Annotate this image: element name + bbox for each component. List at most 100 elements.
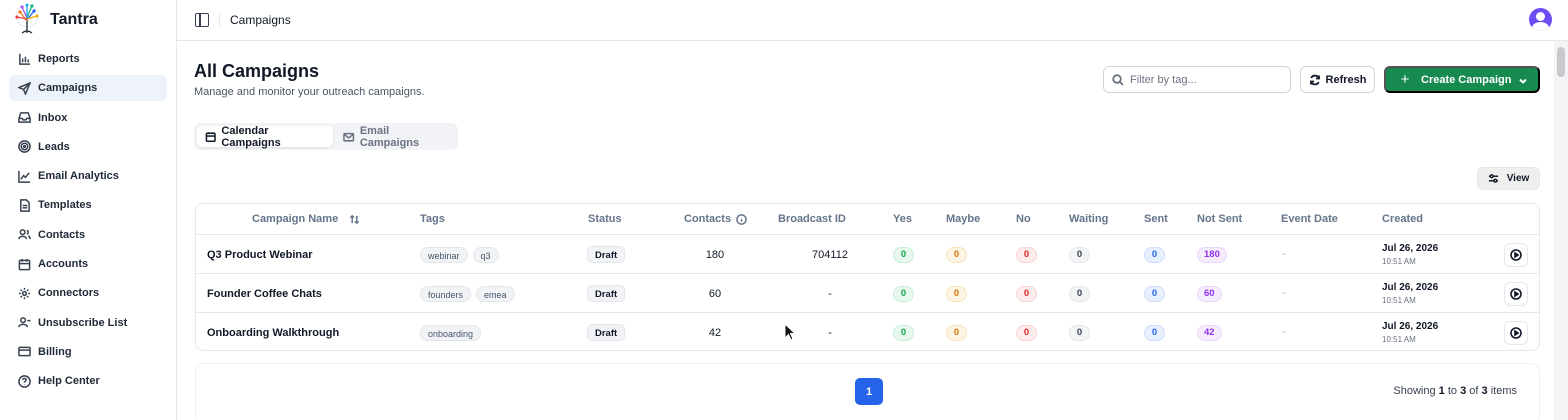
sidebar-item-label: Help Center — [38, 375, 100, 388]
yes-count-badge: 0 — [893, 285, 914, 302]
yes-cell: 0 — [893, 313, 914, 350]
sidebar-toggle-icon[interactable] — [195, 13, 209, 27]
calendar-icon — [18, 258, 31, 271]
line-chart-icon — [18, 170, 31, 183]
column-header-created: Created — [1382, 213, 1423, 225]
summary-prefix: Showing — [1393, 385, 1436, 397]
info-icon[interactable] — [736, 213, 747, 225]
scrollbar[interactable] — [1554, 41, 1568, 420]
sent-cell: 0 — [1144, 313, 1165, 350]
sent-count-badge: 0 — [1144, 246, 1165, 263]
waiting-cell: 0 — [1069, 313, 1090, 350]
not-sent-count-badge: 180 — [1197, 246, 1227, 263]
avatar[interactable] — [1529, 8, 1552, 31]
no-count-badge: 0 — [1016, 246, 1037, 263]
sidebar-item-label: Campaigns — [38, 82, 98, 95]
sidebar-item-label: Connectors — [38, 287, 100, 300]
sidebar-item-label: Billing — [38, 345, 72, 358]
sidebar-item-email-analytics[interactable]: Email Analytics — [9, 163, 167, 189]
sent-cell: 0 — [1144, 274, 1165, 313]
divider — [219, 13, 220, 27]
sidebar-item-accounts[interactable]: Accounts — [9, 251, 167, 277]
sidebar-item-inbox[interactable]: Inbox — [9, 105, 167, 131]
send-icon — [18, 81, 31, 95]
summary-total: 3 — [1481, 385, 1488, 397]
column-header-no: No — [1016, 213, 1031, 225]
broadcast-id: - — [828, 287, 832, 300]
refresh-button[interactable]: Refresh — [1300, 66, 1375, 93]
tab-email-campaigns[interactable]: Email Campaigns — [335, 125, 455, 149]
brand[interactable]: Tantra — [0, 0, 176, 40]
help-circle-icon — [18, 374, 31, 388]
yes-cell: 0 — [893, 274, 914, 313]
sidebar-item-connectors[interactable]: Connectors — [9, 280, 167, 306]
maybe-count-badge: 0 — [946, 246, 967, 263]
yes-count-badge: 0 — [893, 324, 914, 341]
created-cell: Jul 26, 2026 10:51 AM — [1382, 274, 1438, 313]
play-icon — [1510, 287, 1522, 300]
refresh-icon — [1309, 74, 1320, 85]
page-button-current[interactable]: 1 — [855, 378, 883, 405]
sidebar-item-unsubscribe-list[interactable]: Unsubscribe List — [9, 310, 167, 336]
bar-chart-icon — [18, 53, 31, 66]
column-label: Contacts — [684, 213, 732, 225]
sent-count-badge: 0 — [1144, 324, 1165, 341]
sort-icon[interactable] — [349, 214, 360, 225]
waiting-count-badge: 0 — [1069, 324, 1090, 341]
no-cell: 0 — [1016, 313, 1037, 350]
status-cell: Draft — [587, 235, 626, 274]
tag-badge: webinar — [420, 246, 468, 263]
sent-count-badge: 0 — [1144, 285, 1165, 302]
sidebar-item-reports[interactable]: Reports — [9, 46, 167, 72]
search-icon — [1112, 73, 1124, 86]
target-icon — [18, 140, 31, 154]
calendar-icon — [205, 131, 216, 142]
campaign-name[interactable]: Onboarding Walkthrough — [207, 313, 339, 350]
launch-campaign-button[interactable] — [1504, 320, 1528, 345]
chevron-down-icon[interactable] — [1518, 76, 1528, 86]
tag-badge: founders — [420, 285, 472, 302]
sidebar-item-billing[interactable]: Billing — [9, 339, 167, 365]
scrollbar-thumb[interactable] — [1557, 47, 1565, 77]
user-minus-icon — [18, 316, 31, 329]
tree-logo-icon — [15, 3, 39, 34]
table-row[interactable]: Onboarding Walkthrough onboarding Draft … — [196, 313, 1539, 350]
tag-filter-search[interactable] — [1103, 66, 1291, 93]
launch-campaign-button[interactable] — [1504, 281, 1528, 306]
sliders-icon — [1488, 174, 1498, 183]
view-options-button[interactable]: View — [1477, 167, 1540, 190]
create-campaign-label: Create Campaign — [1421, 73, 1512, 86]
column-label: Campaign Name — [252, 213, 339, 225]
broadcast-id: 704112 — [812, 248, 848, 261]
inbox-icon — [18, 111, 31, 124]
campaign-name[interactable]: Founder Coffee Chats — [207, 274, 322, 313]
sidebar-item-contacts[interactable]: Contacts — [9, 222, 167, 248]
campaign-name[interactable]: Q3 Product Webinar — [207, 235, 313, 274]
sidebar-item-templates[interactable]: Templates — [9, 192, 167, 218]
mouse-cursor-icon — [784, 323, 796, 341]
sidebar-item-leads[interactable]: Leads — [9, 134, 167, 160]
launch-campaign-button[interactable] — [1504, 242, 1528, 267]
created-cell: Jul 26, 2026 10:51 AM — [1382, 235, 1438, 274]
tags-cell: onboarding — [420, 313, 486, 350]
yes-count-badge: 0 — [893, 246, 914, 263]
tag-filter-input[interactable] — [1130, 73, 1280, 86]
create-campaign-button[interactable]: + Create Campaign — [1384, 66, 1540, 93]
yes-cell: 0 — [893, 235, 914, 274]
created-time: 10:51 AM — [1382, 335, 1416, 344]
view-label: View — [1506, 173, 1530, 184]
column-header-campaign-name[interactable]: Campaign Name — [252, 213, 360, 225]
users-icon — [18, 228, 31, 241]
tab-calendar-campaigns[interactable]: Calendar Campaigns — [197, 125, 334, 149]
created-date: Jul 26, 2026 — [1382, 243, 1439, 254]
sidebar-item-help-center[interactable]: Help Center — [9, 368, 167, 394]
column-header-event-date: Event Date — [1281, 213, 1338, 225]
sidebar-item-label: Templates — [38, 199, 92, 212]
maybe-count-badge: 0 — [946, 324, 967, 341]
maybe-cell: 0 — [946, 313, 967, 350]
table-row[interactable]: Founder Coffee Chats founders emea Draft… — [196, 274, 1539, 313]
table-row[interactable]: Q3 Product Webinar webinar q3 Draft 180 … — [196, 235, 1539, 274]
sidebar-item-campaigns[interactable]: Campaigns — [9, 75, 167, 102]
created-cell: Jul 26, 2026 10:51 AM — [1382, 313, 1438, 350]
waiting-cell: 0 — [1069, 274, 1090, 313]
